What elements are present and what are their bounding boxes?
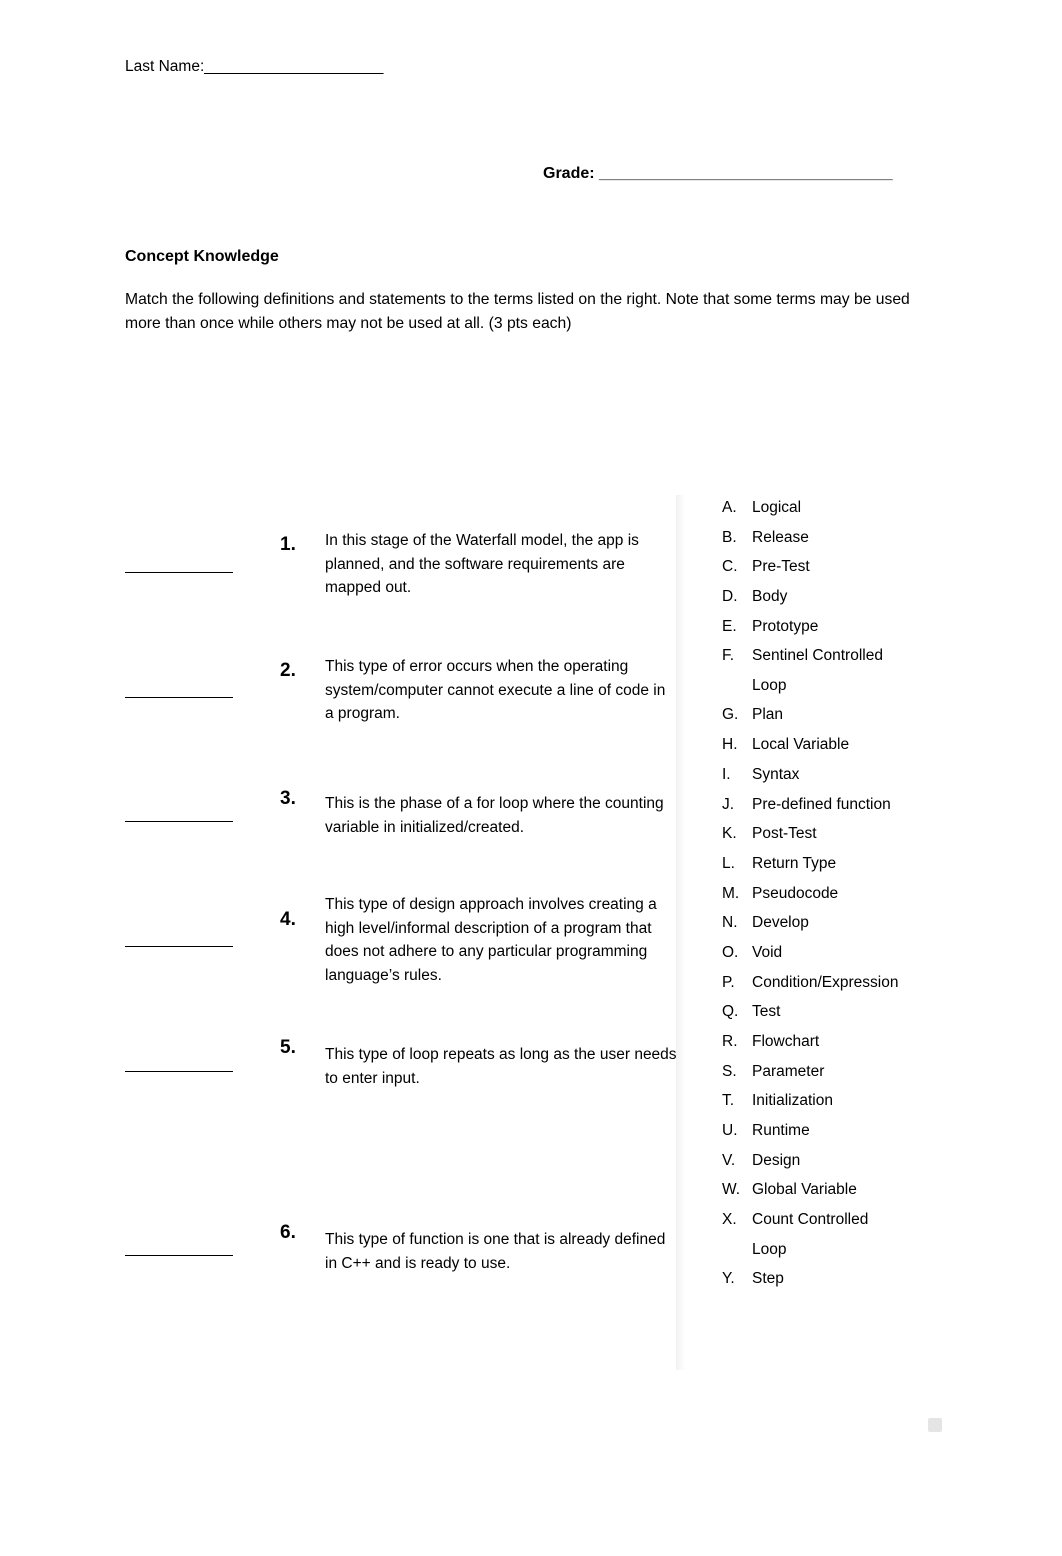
question-number-6: 6. [280,1222,296,1243]
term-label: Step [752,1270,784,1288]
term-label: Void [752,943,783,961]
term-item: T. Initialization [722,1093,1022,1123]
term-letter: L. [722,854,735,872]
question-text-2: This type of error occurs when the opera… [325,658,666,723]
page-artifact [928,1418,942,1432]
term-letter: Y. [722,1270,735,1288]
term-item: S. Parameter [722,1064,1022,1094]
term-letter: T. [722,1092,735,1110]
term-item: K. Post-Test [722,826,1022,856]
term-label: Sentinel Controlled [752,647,883,665]
question-text-4: This type of design approach involves cr… [325,896,657,984]
term-letter: G. [722,706,739,724]
question-text-6: This type of function is one that is alr… [325,1231,666,1272]
term-item: M. Pseudocode [722,886,1022,916]
term-letter: E. [722,617,737,635]
term-item: B. Release [722,530,1022,560]
term-item: W. Global Variable [722,1182,1022,1212]
term-letter: F. [722,647,735,665]
question-number-2: 2. [280,660,296,681]
term-label: Runtime [752,1122,810,1140]
answer-blank-1[interactable] [125,572,233,573]
term-item: O. Void [722,945,1022,975]
term-label: Pre-defined function [752,795,891,813]
term-item: X. Count Controlled Loop [722,1212,1022,1271]
answer-blank-5[interactable] [125,1071,233,1072]
term-item: H. Local Variable [722,737,1022,767]
term-label: Plan [752,706,784,724]
term-letter: O. [722,943,739,961]
question-text-1: In this stage of the Waterfall model, th… [325,532,639,597]
term-label: Local Variable [752,736,850,754]
term-item: J. Pre-defined function [722,795,1022,827]
term-letter: I. [722,765,731,783]
question-number-4: 4. [280,909,296,930]
term-item: F. Sentinel Controlled Loop [722,648,1022,707]
term-label-continued: Loop [752,676,787,694]
term-item: E. Prototype [722,619,1022,649]
answer-blank-3[interactable] [125,821,233,822]
term-label: Release [752,528,809,546]
term-label: Design [752,1151,801,1169]
term-item: U. Runtime [722,1123,1022,1153]
question-number-5: 5. [280,1037,296,1058]
term-label: Initialization [752,1092,833,1110]
term-label: Pre-Test [752,558,810,576]
term-letter: H. [722,736,738,754]
term-letter: Q. [722,1003,739,1021]
answer-blank-6[interactable] [125,1255,233,1256]
term-item: R. Flowchart [722,1034,1022,1064]
term-label: Pseudocode [752,884,839,902]
term-label: Prototype [752,617,819,635]
questions-column: 1. In this stage of the Waterfall model,… [0,0,700,1556]
term-label: Develop [752,914,809,932]
question-number-1: 1. [280,534,296,555]
terms-list: A. Logical B. Release C. Pre-Test D. Body E.… [722,500,1022,1301]
term-item: Y. Step [722,1271,1022,1301]
term-letter: K. [722,825,737,843]
term-letter: V. [722,1151,736,1169]
term-item: G. Plan [722,707,1022,737]
term-label: Syntax [752,765,800,783]
term-letter: A. [722,499,737,516]
term-label: Parameter [752,1062,825,1080]
document-page: Last Name:______________________ Grade: … [0,0,1062,1556]
term-letter: R. [722,1033,738,1050]
term-label: Count Controlled [752,1211,869,1229]
term-item: A. Logical [722,500,1022,530]
question-number-3: 3. [280,788,296,809]
term-label: Post-Test [752,825,817,843]
term-letter: W. [722,1181,741,1199]
term-letter: U. [722,1122,738,1140]
term-letter: N. [722,914,738,932]
term-letter: M. [722,884,740,902]
term-item: I. Syntax [722,767,1022,797]
term-letter: X. [722,1211,737,1229]
question-text-5: This type of loop repeats as long as the… [325,1046,677,1087]
term-letter: C. [722,558,738,576]
answer-blank-2[interactable] [125,697,233,698]
question-text-3: This is the phase of a for loop where th… [325,795,664,836]
term-letter: B. [722,528,737,546]
term-label: Return Type [752,854,837,872]
term-letter: S. [722,1062,737,1080]
term-label: Condition/Expression [752,973,899,991]
term-item: Q. Test [722,1004,1022,1034]
term-item: V. Design [722,1153,1022,1183]
term-label: Global Variable [752,1181,857,1199]
term-label: Test [752,1003,781,1021]
term-item: D. Body [722,589,1022,619]
term-label-continued: Loop [752,1240,787,1258]
term-letter: P. [722,973,735,991]
term-item: N. Develop [722,915,1022,945]
term-label: Flowchart [752,1033,820,1050]
term-letter: D. [722,588,738,606]
term-label: Logical [752,499,802,516]
answer-blank-4[interactable] [125,946,233,947]
term-item: C. Pre-Test [722,559,1022,589]
term-label: Body [752,588,788,606]
term-item: P. Condition/Expression [722,975,1022,1005]
term-item: L. Return Type [722,856,1022,886]
term-letter: J. [722,795,735,813]
